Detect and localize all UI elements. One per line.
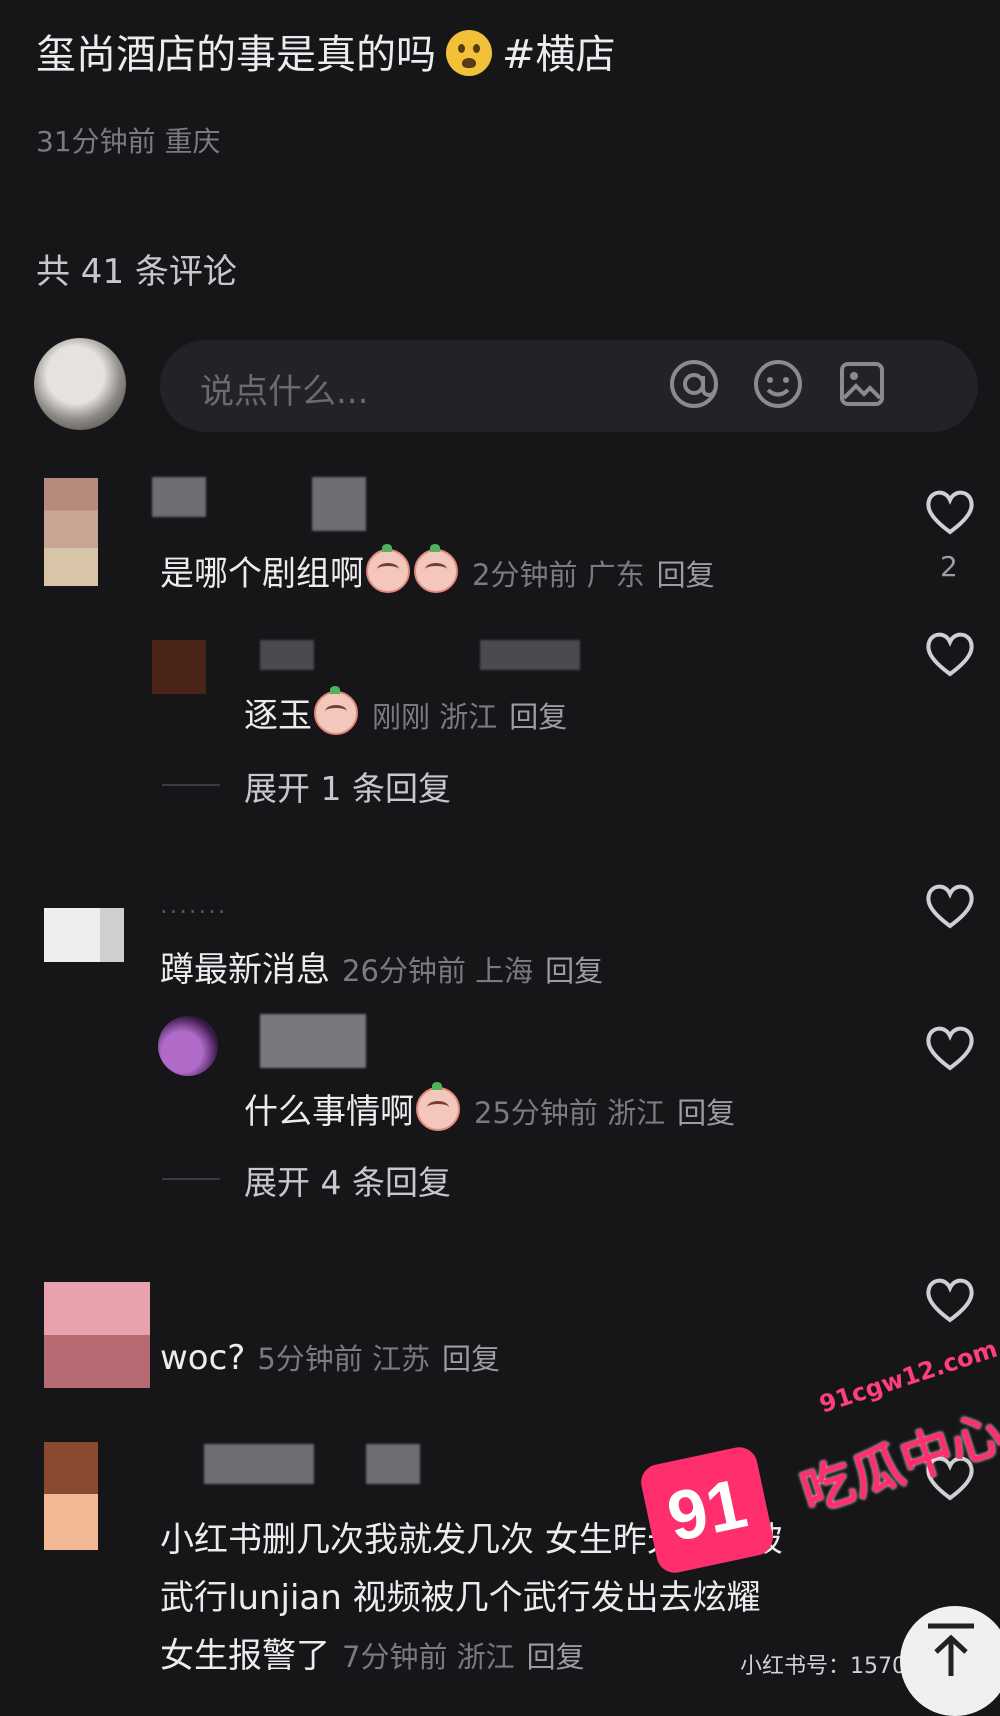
post-title-text: 玺尚酒店的事是真的吗 <box>36 32 436 78</box>
worried-face-icon <box>446 30 492 76</box>
comment: 是哪个剧组啊 2分钟前 广东 回复 <box>160 544 715 595</box>
comment-meta: 26分钟前 上海 <box>342 954 534 988</box>
comment: 逐玉 刚刚 浙江 回复 <box>244 686 567 737</box>
comment-meta: 刚刚 浙江 <box>372 700 498 734</box>
username-blurred <box>480 640 580 670</box>
expand-divider <box>162 784 220 786</box>
emoji-icon[interactable] <box>748 354 808 414</box>
post-title: 玺尚酒店的事是真的吗 #横店 <box>36 22 616 80</box>
expand-replies-button[interactable]: 展开 4 条回复 <box>244 1156 451 1204</box>
comment-meta: 5分钟前 江苏 <box>257 1342 431 1376</box>
like-heart-icon[interactable] <box>924 488 976 536</box>
current-user-avatar[interactable] <box>34 338 126 430</box>
reply-button[interactable]: 回复 <box>509 700 567 734</box>
expand-replies-button[interactable]: 展开 1 条回复 <box>244 762 451 810</box>
username-blurred <box>260 640 314 670</box>
commenter-avatar[interactable] <box>44 478 98 586</box>
comment-count: 共 41 条评论 <box>36 252 237 292</box>
username-blurred <box>152 477 206 517</box>
comment-line: 武行lunjian 视频被几个武行发出去炫耀 <box>160 1578 761 1618</box>
comment: woc? 5分钟前 江苏 回复 <box>160 1336 500 1378</box>
comment-text: 是哪个剧组啊 <box>160 554 364 594</box>
at-icon[interactable] <box>664 354 724 414</box>
comment-line: 女生报警了 <box>160 1636 330 1676</box>
username-blurred: ······· <box>160 898 228 926</box>
comment: 蹲最新消息 26分钟前 上海 回复 <box>160 942 603 991</box>
peach-emoji-icon <box>416 1082 460 1131</box>
comment-meta: 25分钟前 浙江 <box>474 1096 666 1130</box>
like-heart-icon[interactable] <box>924 1024 976 1072</box>
username-blurred <box>260 1014 366 1068</box>
comment-meta: 2分钟前 广东 <box>472 558 645 592</box>
commenter-avatar[interactable] <box>44 1442 98 1550</box>
comment: 女生报警了 7分钟前 浙江 回复 <box>160 1628 585 1677</box>
hashtag-link[interactable]: #横店 <box>502 32 616 78</box>
reply-button[interactable]: 回复 <box>545 954 603 988</box>
commenter-avatar[interactable] <box>152 640 206 694</box>
comment-meta: 7分钟前 浙江 <box>342 1640 515 1674</box>
comment: 什么事情啊 25分钟前 浙江 回复 <box>244 1082 735 1133</box>
like-count: 2 <box>940 550 958 583</box>
peach-emoji-icon <box>366 544 410 593</box>
arrow-up-icon <box>928 1623 974 1676</box>
commenter-avatar[interactable] <box>158 1016 218 1076</box>
username-blurred <box>312 477 366 531</box>
comment-text: 蹲最新消息 <box>160 950 330 990</box>
scroll-top-button[interactable] <box>900 1606 1000 1716</box>
like-heart-icon[interactable] <box>924 1276 976 1324</box>
post-meta: 31分钟前 重庆 <box>36 125 221 158</box>
comment-text: 什么事情啊 <box>244 1092 414 1132</box>
comment-text: 逐玉 <box>244 696 312 736</box>
reply-button[interactable]: 回复 <box>527 1640 585 1674</box>
bottom-partial-text: 小红书号：15704 <box>740 1654 920 1679</box>
peach-emoji-icon <box>314 686 358 735</box>
reply-button[interactable]: 回复 <box>677 1096 735 1130</box>
comment-input-placeholder: 说点什么... <box>200 372 369 412</box>
commenter-avatar[interactable] <box>44 908 124 962</box>
comment-text: woc? <box>160 1338 246 1378</box>
reply-button[interactable]: 回复 <box>442 1342 500 1376</box>
like-heart-icon[interactable] <box>924 882 976 930</box>
expand-divider <box>162 1178 220 1180</box>
peach-emoji-icon <box>414 544 458 593</box>
username-blurred <box>204 1444 314 1484</box>
commenter-avatar[interactable] <box>44 1282 150 1388</box>
reply-button[interactable]: 回复 <box>657 558 715 592</box>
username-blurred <box>366 1444 420 1484</box>
like-heart-icon[interactable] <box>924 630 976 678</box>
image-icon[interactable] <box>832 354 892 414</box>
